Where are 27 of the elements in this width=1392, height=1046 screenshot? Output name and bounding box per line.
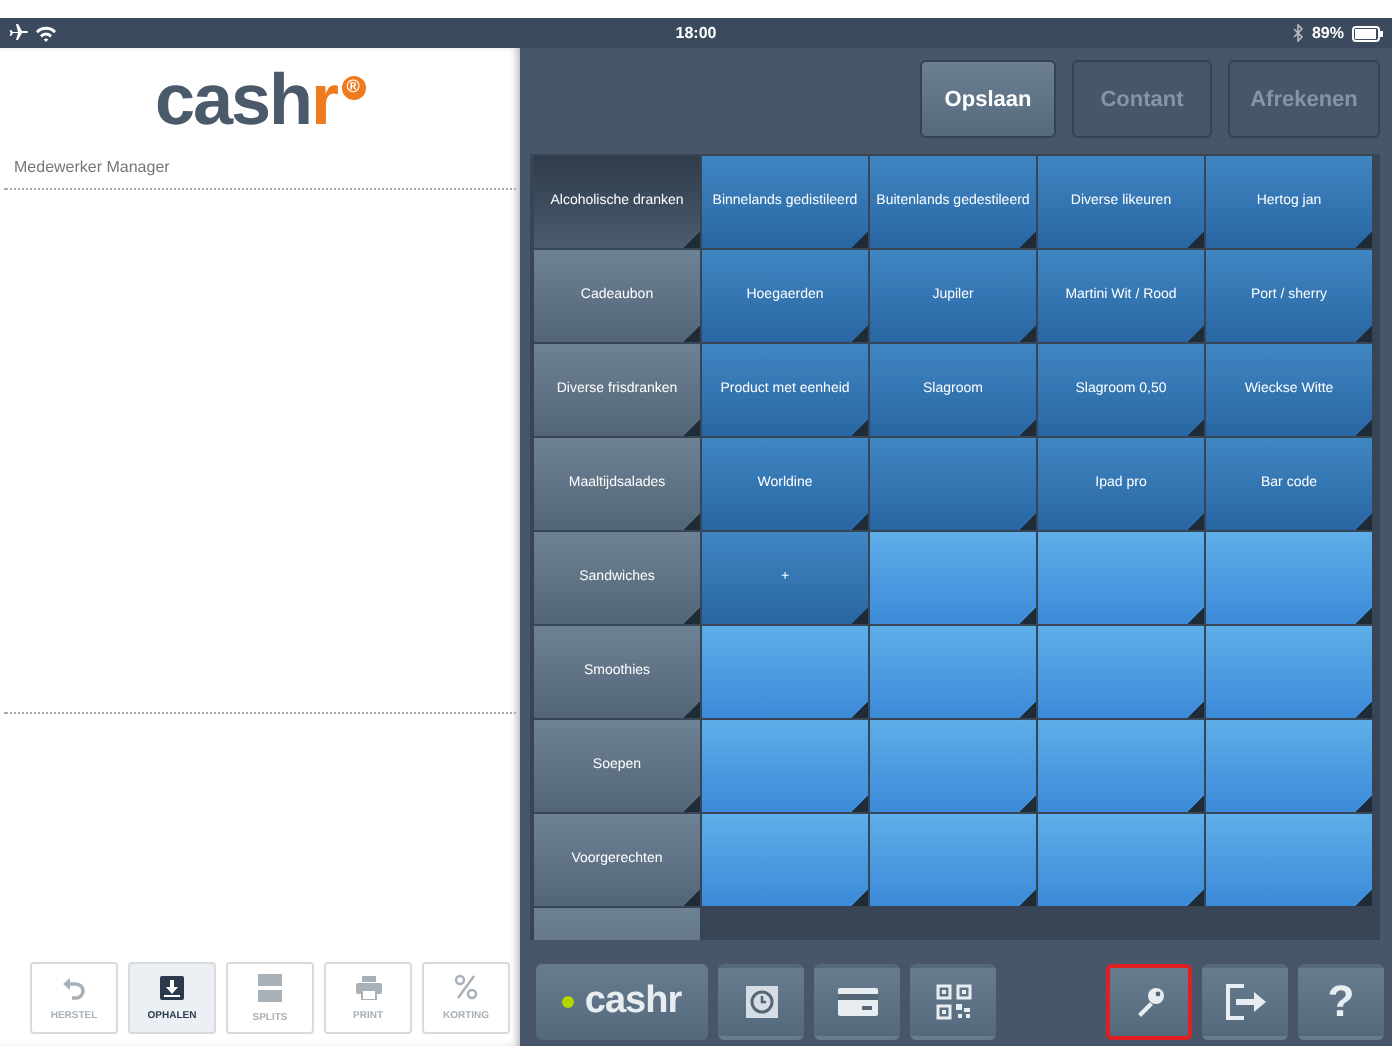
- percent-icon: [454, 974, 478, 1000]
- clock-button[interactable]: [718, 964, 804, 1040]
- battery-percentage: 89%: [1311, 24, 1344, 42]
- clock-time: 18:00: [675, 24, 717, 42]
- card-button[interactable]: [814, 964, 900, 1040]
- qr-code-icon: [935, 984, 971, 1020]
- help-button[interactable]: ?: [1298, 964, 1384, 1040]
- split-icon: [258, 973, 282, 1001]
- exit-icon: [1223, 984, 1267, 1020]
- card-icon: [837, 988, 877, 1016]
- clock-icon: [745, 986, 777, 1018]
- action-button[interactable]: Opslaan: [920, 60, 1056, 138]
- wifi-icon: [36, 25, 56, 41]
- bluetooth-icon: [1291, 24, 1304, 42]
- battery-icon: [1352, 25, 1384, 41]
- printer-icon: [355, 975, 381, 999]
- logout-button[interactable]: [1202, 964, 1288, 1040]
- logo: cashr®: [154, 63, 366, 135]
- download-icon: [160, 975, 184, 999]
- airplane-icon: [8, 24, 28, 42]
- product-tile[interactable]: [870, 438, 1036, 530]
- key-button[interactable]: [1106, 964, 1192, 1040]
- qr-code-button[interactable]: [910, 964, 996, 1040]
- brand-button[interactable]: cashr: [536, 964, 708, 1040]
- key-icon: [1133, 986, 1165, 1018]
- undo-icon: [62, 975, 86, 999]
- employee-name: Medewerker Manager: [12, 156, 172, 180]
